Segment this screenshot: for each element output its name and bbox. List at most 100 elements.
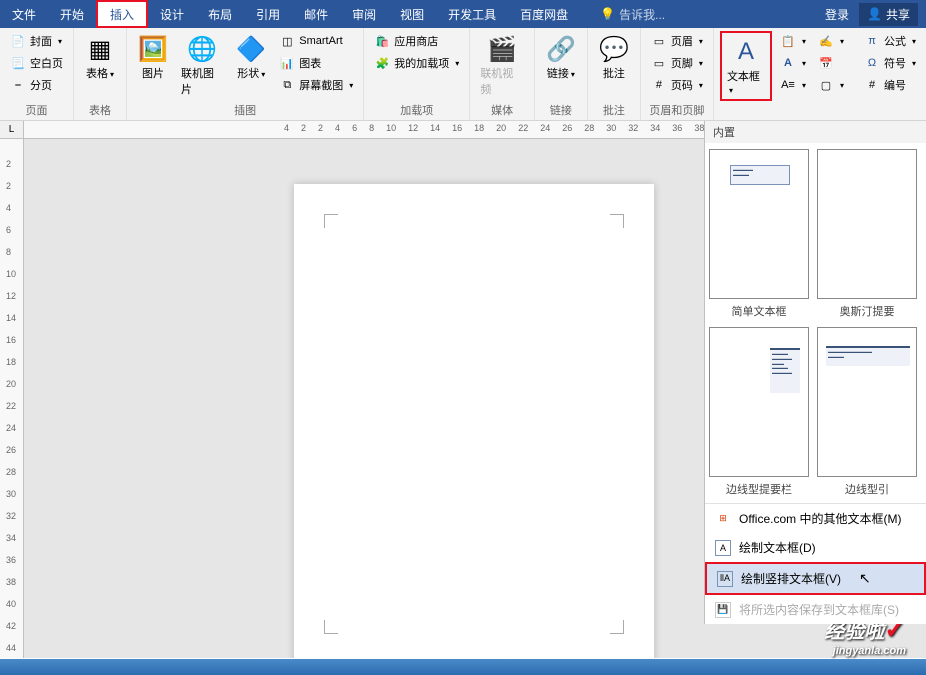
share-label: 共享 xyxy=(886,6,910,23)
online-picture-icon: 🌐 xyxy=(186,33,218,65)
titlebar: 文件 开始 插入 设计 布局 引用 邮件 审阅 视图 开发工具 百度网盘 💡 告… xyxy=(0,0,926,28)
cover-page-button[interactable]: 📄封面▾ xyxy=(6,31,67,51)
ribbon-group-illustrations: 🖼️图片 🌐联机图片 🔷形状▾ ◫SmartArt 📊图表 ⧉屏幕截图▾ 插图 xyxy=(127,28,364,120)
datetime-button[interactable]: 📅 xyxy=(814,53,848,73)
ruler-corner: L xyxy=(0,121,24,139)
save-gallery-icon: 💾 xyxy=(715,602,731,618)
blank-page-icon: 📃 xyxy=(10,55,26,71)
drop-cap-button[interactable]: A≡▾ xyxy=(776,75,810,95)
tell-me-search[interactable]: 💡 告诉我... xyxy=(600,6,825,23)
ribbon-group-addins: 🛍️应用商店 🧩我的加载项▾ 加载项 xyxy=(364,28,470,120)
object-icon: ▢ xyxy=(818,77,834,93)
menu-view[interactable]: 视图 xyxy=(388,0,436,28)
office-icon: ⊞ xyxy=(715,511,731,527)
margin-marker-tr xyxy=(610,214,624,228)
screenshot-button[interactable]: ⧉屏幕截图▾ xyxy=(275,75,357,95)
cover-page-icon: 📄 xyxy=(10,33,26,49)
signature-icon: ✍ xyxy=(818,33,834,49)
ribbon-group-tables: ▦ 表格▾ 表格 xyxy=(74,28,127,120)
wordart-button[interactable]: A▾ xyxy=(776,53,810,73)
cursor-icon: ↖ xyxy=(859,570,871,587)
menu-review[interactable]: 审阅 xyxy=(340,0,388,28)
number-button[interactable]: #编号 xyxy=(860,75,920,95)
drop-cap-icon: A≡ xyxy=(780,77,796,93)
gallery-builtin-header: 内置 xyxy=(705,121,926,143)
login-link[interactable]: 登录 xyxy=(825,6,849,23)
comment-icon: 💬 xyxy=(598,33,630,65)
menu-design[interactable]: 设计 xyxy=(148,0,196,28)
menu-file[interactable]: 文件 xyxy=(0,0,48,28)
page-break-button[interactable]: ⎯分页 xyxy=(6,75,67,95)
footer-icon: ▭ xyxy=(651,55,667,71)
menu-baidu[interactable]: 百度网盘 xyxy=(508,0,580,28)
smartart-icon: ◫ xyxy=(279,33,295,49)
online-video-button[interactable]: 🎬联机视频 xyxy=(476,31,528,99)
menu-references[interactable]: 引用 xyxy=(244,0,292,28)
my-addins-button[interactable]: 🧩我的加载项▾ xyxy=(370,53,463,73)
media-group-label: 媒体 xyxy=(476,100,528,118)
gallery-border-quote[interactable]: ▬▬▬▬▬▬▬▬▬▬▬▬▬▬▬ 边线型引 xyxy=(817,327,917,497)
office-more-textboxes[interactable]: ⊞ Office.com 中的其他文本框(M) xyxy=(705,504,926,533)
ribbon-group-media: 🎬联机视频 媒体 xyxy=(470,28,535,120)
screenshot-icon: ⧉ xyxy=(279,77,295,93)
draw-vertical-textbox[interactable]: ⦀A 绘制竖排文本框(V) ↖ xyxy=(705,562,926,595)
textbox-icon: A xyxy=(730,36,762,68)
illustrations-group-label: 插图 xyxy=(133,100,357,118)
addins-icon: 🧩 xyxy=(374,55,390,71)
textbox-button[interactable]: A文本框▾ xyxy=(723,34,769,98)
chart-button[interactable]: 📊图表 xyxy=(275,53,357,73)
gallery-border-sidebar[interactable]: ▬▬▬▬▬▬▬▬▬▬▬▬▬▬▬▬▬▬▬▬▬ 边线型提要栏 xyxy=(709,327,809,497)
shapes-button[interactable]: 🔷形状▾ xyxy=(231,31,271,83)
ribbon-group-comments: 💬批注 批注 xyxy=(588,28,641,120)
ribbon: 📄封面▾ 📃空白页 ⎯分页 页面 ▦ 表格▾ 表格 🖼️图片 🌐联机图片 🔷形状… xyxy=(0,28,926,121)
menu-home[interactable]: 开始 xyxy=(48,0,96,28)
pages-group-label: 页面 xyxy=(6,100,67,118)
gallery-simple-textbox[interactable]: ▬▬▬▬▬▬▬▬▬ 简单文本框 xyxy=(709,149,809,319)
margin-marker-bl xyxy=(324,620,338,634)
menu-tabs: 文件 开始 插入 设计 布局 引用 邮件 审阅 视图 开发工具 百度网盘 xyxy=(0,0,580,28)
share-button[interactable]: 👤 共享 xyxy=(859,3,918,26)
footer-button[interactable]: ▭页脚▾ xyxy=(647,53,707,73)
object-button[interactable]: ▢▾ xyxy=(814,75,848,95)
menu-mailings[interactable]: 邮件 xyxy=(292,0,340,28)
menu-developer[interactable]: 开发工具 xyxy=(436,0,508,28)
equation-button[interactable]: π公式▾ xyxy=(860,31,920,51)
menu-insert[interactable]: 插入 xyxy=(96,0,148,28)
store-button[interactable]: 🛍️应用商店 xyxy=(370,31,463,51)
ribbon-group-header-footer: ▭页眉▾ ▭页脚▾ #页码▾ 页眉和页脚 xyxy=(641,28,714,120)
lightbulb-icon: 💡 xyxy=(600,7,615,21)
save-to-gallery: 💾 将所选内容保存到文本框库(S) xyxy=(705,595,926,624)
page[interactable] xyxy=(294,184,654,658)
quick-parts-button[interactable]: 📋▾ xyxy=(776,31,810,51)
gallery-austin-quote[interactable]: 奥斯汀提要 xyxy=(817,149,917,319)
textbox-draw-icon: A xyxy=(715,540,731,556)
wordart-icon: A xyxy=(780,55,796,71)
comment-button[interactable]: 💬批注 xyxy=(594,31,634,83)
page-break-icon: ⎯ xyxy=(10,77,26,93)
menu-layout[interactable]: 布局 xyxy=(196,0,244,28)
header-button[interactable]: ▭页眉▾ xyxy=(647,31,707,51)
blank-page-button[interactable]: 📃空白页 xyxy=(6,53,67,73)
video-icon: 🎬 xyxy=(486,33,518,65)
links-button[interactable]: 🔗链接▾ xyxy=(541,31,581,83)
gallery-menu: ⊞ Office.com 中的其他文本框(M) A 绘制文本框(D) ⦀A 绘制… xyxy=(705,503,926,624)
ribbon-group-links: 🔗链接▾ 链接 xyxy=(535,28,588,120)
chart-icon: 📊 xyxy=(279,55,295,71)
online-pictures-button[interactable]: 🌐联机图片 xyxy=(177,31,227,99)
vertical-textbox-icon: ⦀A xyxy=(717,571,733,587)
smartart-button[interactable]: ◫SmartArt xyxy=(275,31,357,51)
vertical-ruler[interactable]: 2246810121416182022242628303234363840424… xyxy=(0,139,24,658)
signature-button[interactable]: ✍▾ xyxy=(814,31,848,51)
equation-icon: π xyxy=(864,33,880,49)
table-icon: ▦ xyxy=(84,33,116,65)
symbol-icon: Ω xyxy=(864,55,880,71)
symbol-button[interactable]: Ω符号▾ xyxy=(860,53,920,73)
pictures-button[interactable]: 🖼️图片 xyxy=(133,31,173,83)
table-button[interactable]: ▦ 表格▾ xyxy=(80,31,120,83)
draw-textbox[interactable]: A 绘制文本框(D) xyxy=(705,533,926,562)
addins-group-label: 加载项 xyxy=(370,100,463,118)
ribbon-group-text: A文本框▾ 📋▾ A▾ A≡▾ ✍▾ 📅 ▢▾ xyxy=(714,28,854,120)
store-icon: 🛍️ xyxy=(374,33,390,49)
margin-marker-br xyxy=(610,620,624,634)
page-number-button[interactable]: #页码▾ xyxy=(647,75,707,95)
